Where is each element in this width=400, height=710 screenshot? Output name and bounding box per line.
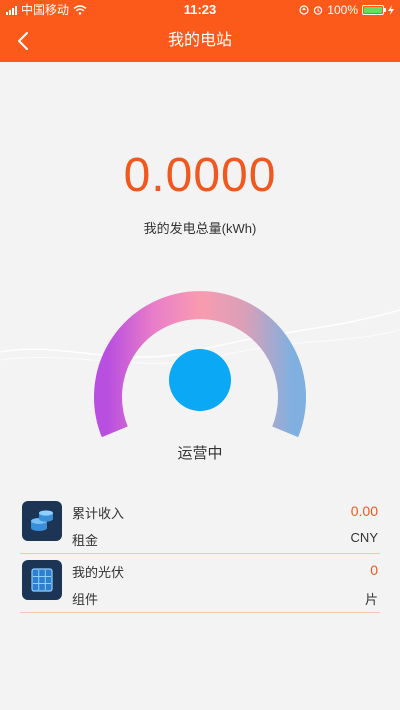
income-label: 累计收入 [72, 506, 125, 521]
nav-bar: 我的电站 [0, 20, 400, 62]
income-value: 0.00 [350, 503, 378, 519]
solar-panel-icon [22, 560, 62, 600]
gauge-center-dot [169, 349, 231, 411]
total-energy-label: 我的发电总量(kWh) [143, 221, 257, 236]
income-unit: CNY [350, 530, 378, 545]
station-status: 运营中 [177, 445, 223, 462]
app-header: 中国移动 11:23 100% 我的电站 [0, 0, 400, 62]
alarm-icon [314, 6, 323, 15]
pv-sublabel: 组件 [72, 592, 99, 607]
pv-label: 我的光伏 [72, 565, 125, 580]
total-energy-value: 0.0000 [123, 149, 277, 202]
status-gauge [94, 291, 306, 438]
battery-icon [362, 5, 386, 15]
location-icon [299, 5, 309, 15]
income-card[interactable]: 累计收入 租金 0.00 CNY [20, 497, 380, 554]
coins-icon [22, 501, 62, 541]
status-bar: 中国移动 11:23 100% [0, 0, 400, 20]
charging-icon [388, 5, 394, 15]
income-sublabel: 租金 [72, 533, 99, 548]
pv-unit: 片 [364, 592, 378, 607]
battery-percent: 100% [327, 3, 358, 17]
pv-card[interactable]: 我的光伏 组件 0 片 [20, 556, 380, 613]
page-title: 我的电站 [167, 32, 232, 49]
pv-value: 0 [370, 562, 378, 578]
